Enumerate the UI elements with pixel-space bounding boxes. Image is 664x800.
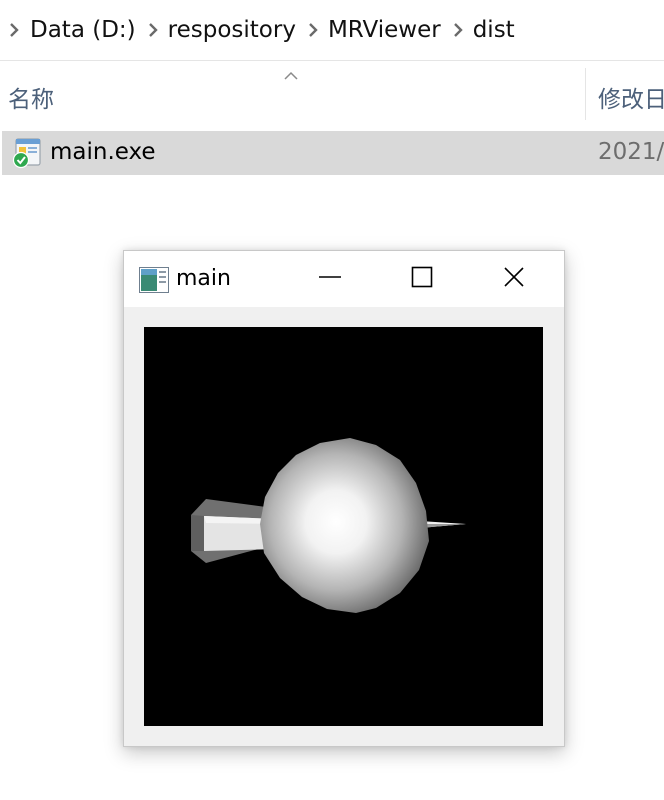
- file-row-selected[interactable]: main.exe 2021/: [2, 131, 664, 175]
- close-icon: [503, 266, 525, 292]
- breadcrumb-item-mrviewer[interactable]: MRViewer: [326, 17, 445, 43]
- chevron-right-icon[interactable]: [445, 0, 471, 60]
- chevron-right-icon[interactable]: [140, 0, 166, 60]
- maximize-icon: [411, 266, 433, 292]
- column-separator[interactable]: [585, 68, 586, 120]
- app-window-icon: [139, 267, 169, 293]
- exe-icon: [10, 136, 44, 170]
- file-modified-date: 2021/: [598, 139, 664, 165]
- column-header-modified[interactable]: 修改日: [598, 80, 664, 114]
- chevron-right-icon[interactable]: [300, 0, 326, 60]
- column-header-row: [0, 61, 664, 129]
- render-viewport[interactable]: [144, 327, 543, 726]
- breadcrumb-item-drive[interactable]: Data (D:): [28, 17, 140, 43]
- breadcrumb-item-dist[interactable]: dist: [471, 17, 519, 43]
- close-button[interactable]: [484, 251, 544, 307]
- breadcrumb-item-respository[interactable]: respository: [166, 17, 300, 43]
- file-name: main.exe: [50, 139, 156, 165]
- render-scene: [191, 438, 466, 613]
- explorer-page: Data (D:) respository MRViewer dist 名称 修…: [0, 0, 664, 800]
- sort-up-icon: [284, 66, 298, 85]
- breadcrumb: Data (D:) respository MRViewer dist: [0, 0, 664, 60]
- minimize-icon: [318, 265, 342, 293]
- window-title: main: [176, 266, 231, 291]
- chevron-right-icon[interactable]: [0, 0, 28, 60]
- window-titlebar[interactable]: main: [124, 251, 564, 307]
- column-header-name[interactable]: 名称: [8, 80, 54, 114]
- app-window[interactable]: main: [123, 250, 565, 747]
- minimize-button[interactable]: [300, 251, 360, 307]
- sphere-mesh: [260, 438, 429, 613]
- maximize-button[interactable]: [392, 251, 452, 307]
